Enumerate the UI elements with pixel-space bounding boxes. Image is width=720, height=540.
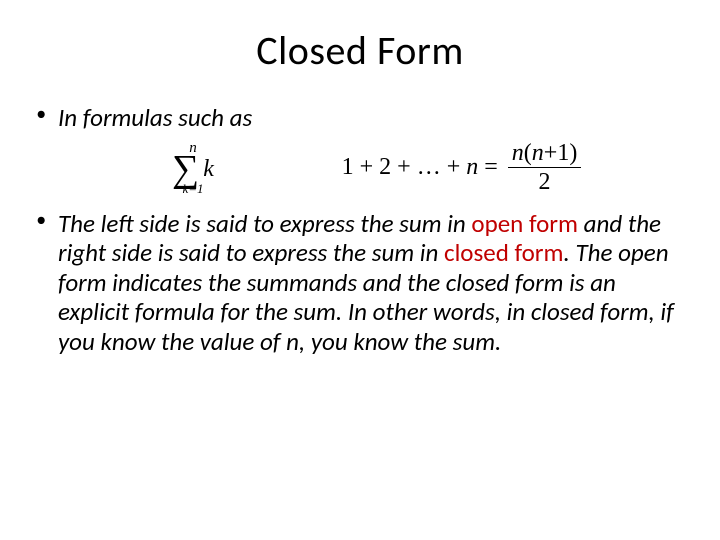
term-closed-form: closed form	[444, 237, 563, 268]
bullet-1-text: In formulas such as	[58, 102, 252, 133]
slide-title: Closed Form	[30, 26, 690, 75]
bullet-2-part1: The left side is said to express the sum…	[58, 208, 471, 239]
sigma-summand: k	[203, 156, 214, 182]
eq-lhs-pre: 1 + 2 + … +	[342, 154, 467, 180]
eq-equals: =	[478, 154, 498, 180]
formula-row: n ∑k k=1 1 + 2 + … + n = n(n+1) 2	[30, 141, 690, 195]
fraction-denominator: 2	[508, 168, 582, 194]
sigma-notation: n ∑k k=1	[128, 141, 258, 195]
sigma-body: ∑k	[172, 154, 214, 184]
eq-lhs-n: n	[466, 154, 478, 180]
equation: 1 + 2 + … + n = n(n+1) 2	[342, 141, 582, 194]
bullet-list-2: The left side is said to express the sum…	[30, 209, 690, 357]
bullet-1: In formulas such as	[30, 103, 690, 133]
fraction: n(n+1) 2	[508, 141, 582, 194]
fraction-numerator: n(n+1)	[508, 141, 582, 168]
sigma-symbol: ∑	[172, 154, 199, 184]
slide: Closed Form In formulas such as n ∑k k=1…	[0, 0, 720, 540]
term-open-form: open form	[471, 208, 578, 239]
equation-lhs: 1 + 2 + … + n =	[342, 154, 498, 181]
bullet-2: The left side is said to express the sum…	[30, 209, 690, 357]
bullet-list: In formulas such as	[30, 103, 690, 133]
